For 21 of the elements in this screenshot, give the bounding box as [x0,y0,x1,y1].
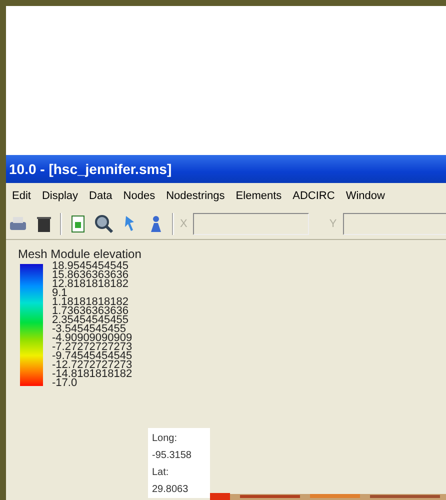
menu-item[interactable]: Data [89,190,112,202]
menu-item[interactable]: Edit [12,190,31,202]
zoom-icon[interactable] [94,214,114,234]
legend-label: -17.0 [52,377,78,389]
latitude-label: Lat: [152,466,170,480]
menu-item[interactable]: Window [346,190,385,202]
window-title: 10.0 - [hsc_jennifer.sms] [6,155,446,183]
menu-item[interactable]: Nodestrings [166,190,225,202]
menu-item[interactable]: Elements [236,190,282,202]
menu-item[interactable]: Display [42,190,78,202]
y-label: Y [329,218,337,230]
longitude-value: -95.3158 [152,449,192,463]
x-field[interactable] [193,213,310,235]
y-field[interactable] [342,213,446,235]
latitude-value: 29.8063 [152,483,190,497]
longitude-label: Long: [152,432,178,446]
menu-item[interactable]: Nodes [123,190,156,202]
menu-item[interactable]: ADCIRC [292,190,335,202]
trash-icon[interactable] [34,214,54,234]
legend-title: Mesh Module elevation [18,247,142,261]
x-label: X [180,218,188,230]
